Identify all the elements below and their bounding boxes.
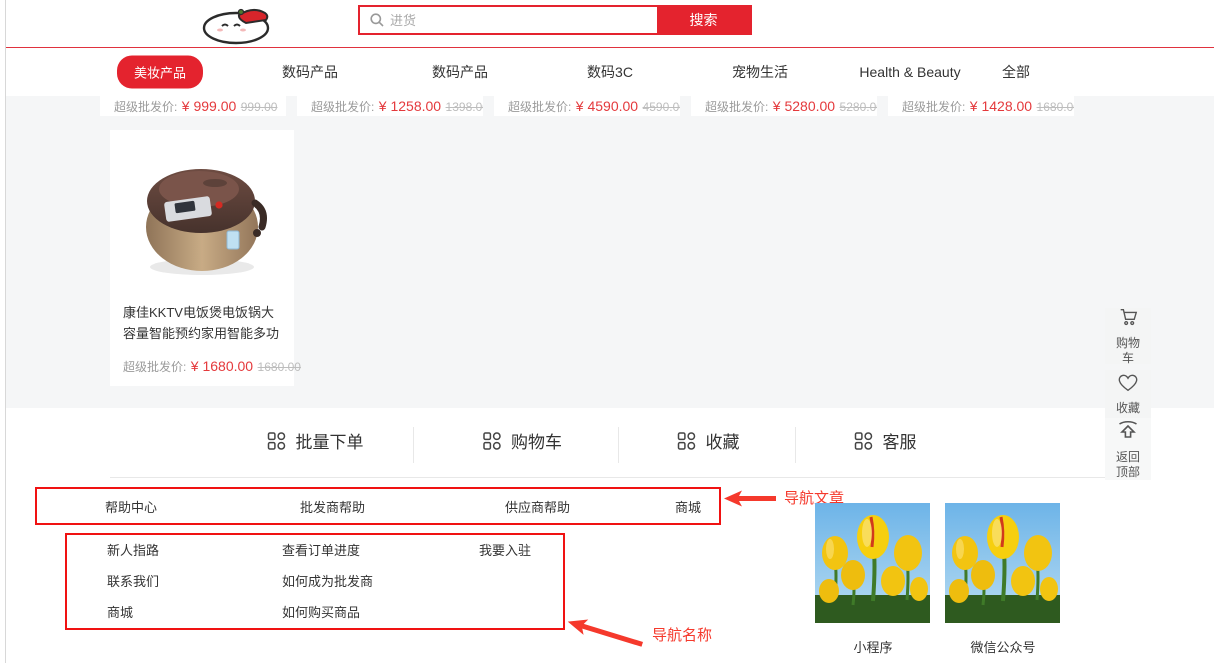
- grid-icon: [267, 431, 287, 451]
- product-price-line: 超级批发价: ¥ 1680.00 1680.00: [123, 358, 294, 376]
- float-favorites-label: 收藏: [1113, 401, 1143, 416]
- mascot-face-logo-icon: [184, 32, 294, 49]
- price-label: 超级批发价:: [508, 100, 571, 114]
- footer-link-mall[interactable]: 商城: [675, 499, 701, 517]
- footer-link-order-progress[interactable]: 查看订单进度: [282, 542, 360, 560]
- divider: [413, 427, 414, 463]
- service-label: 客服: [883, 428, 917, 453]
- price-value: ¥ 999.00: [182, 98, 237, 114]
- footer-link-how-to-buy[interactable]: 如何购买商品: [282, 604, 360, 622]
- nav-tab-all[interactable]: 全部: [1002, 62, 1030, 82]
- annotation-box-nav-articles: 帮助中心 批发商帮助 供应商帮助 商城: [35, 487, 721, 525]
- search-input[interactable]: [360, 7, 657, 33]
- footer-link-mall-2[interactable]: 商城: [107, 604, 133, 622]
- heart-icon: [1117, 373, 1139, 398]
- product-card-partial[interactable]: 超级批发价: ¥ 5280.00 5280.00: [691, 96, 877, 116]
- footer-link-contact-us[interactable]: 联系我们: [107, 573, 159, 591]
- footer-link-help-center[interactable]: 帮助中心: [105, 499, 157, 517]
- footer-link-supplier-help[interactable]: 供应商帮助: [505, 499, 570, 517]
- product-card-partial[interactable]: 超级批发价: ¥ 999.00 999.00: [100, 96, 286, 116]
- float-favorites-button[interactable]: 收藏: [1105, 370, 1151, 418]
- price-original: 1398.00: [446, 100, 483, 114]
- nav-tab-digital-3c[interactable]: 数码3C: [587, 62, 633, 82]
- nav-tab-digital-1[interactable]: 数码产品: [282, 62, 338, 82]
- service-label: 收藏: [706, 428, 740, 453]
- price-value: ¥ 5280.00: [773, 98, 835, 114]
- page: 搜索 美妆产品 数码产品 数码产品 数码3C 宠物生活 Health & Bea…: [0, 0, 1214, 663]
- search-icon: [369, 12, 385, 28]
- price-original: 5280.00: [840, 100, 877, 114]
- logo[interactable]: [184, 2, 294, 45]
- product-card-partial[interactable]: 超级批发价: ¥ 4590.00 4590.00: [494, 96, 680, 116]
- annotation-text-nav-names: 导航名称: [652, 624, 712, 645]
- footer-link-join-us[interactable]: 我要入驻: [479, 542, 531, 560]
- category-nav: 美妆产品 数码产品 数码产品 数码3C 宠物生活 Health & Beauty…: [6, 48, 1214, 96]
- header: 搜索: [6, 0, 1214, 48]
- divider: [795, 427, 796, 463]
- mini-program-label: 小程序: [853, 637, 892, 656]
- annotation-box-nav-names: 新人指路 查看订单进度 我要入驻 联系我们 如何成为批发商 商城 如何购买商品: [65, 533, 565, 630]
- footer-link-become-wholesaler[interactable]: 如何成为批发商: [282, 573, 373, 591]
- service-cart[interactable]: 购物车: [482, 428, 562, 453]
- float-cart-button[interactable]: 购物车: [1105, 308, 1151, 364]
- price-value: ¥ 1258.00: [379, 98, 441, 114]
- service-bulk-order[interactable]: 批量下单: [267, 428, 364, 453]
- search-button[interactable]: 搜索: [657, 7, 750, 33]
- price-original: 1680.00: [258, 360, 301, 374]
- product-card-rice-cooker[interactable]: 康佳KKTV电饭煲电饭锅大容量智能预约家用智能多功能煮饭锅... 超级批发价: …: [110, 130, 294, 386]
- service-label: 购物车: [511, 428, 562, 453]
- back-to-top-label: 返回顶部: [1113, 450, 1143, 480]
- price-label: 超级批发价:: [902, 100, 965, 114]
- annotation-arrow-left: [724, 490, 776, 512]
- grid-icon: [854, 431, 874, 451]
- back-to-top-button[interactable]: 返回顶部: [1105, 418, 1151, 480]
- nav-tab-pets[interactable]: 宠物生活: [732, 62, 788, 82]
- wechat-official-label: 微信公众号: [970, 637, 1035, 656]
- price-label: 超级批发价:: [705, 100, 768, 114]
- nav-tab-digital-2[interactable]: 数码产品: [432, 62, 488, 82]
- price-original: 999.00: [241, 100, 278, 114]
- divider: [618, 427, 619, 463]
- search-bar: 搜索: [358, 5, 752, 35]
- product-card-partial[interactable]: 超级批发价: ¥ 1258.00 1398.00: [297, 96, 483, 116]
- annotation-arrow-diagonal: [564, 613, 645, 657]
- divider: [110, 477, 1105, 478]
- cart-icon: [1117, 306, 1139, 333]
- footer-link-newcomer-guide[interactable]: 新人指路: [107, 542, 159, 560]
- nav-tab-health-beauty[interactable]: Health & Beauty: [859, 64, 960, 80]
- mini-program-qr-image[interactable]: [815, 503, 930, 623]
- price-value: ¥ 1428.00: [970, 98, 1032, 114]
- service-customer-support[interactable]: 客服: [854, 428, 917, 453]
- product-card-partial[interactable]: 超级批发价: ¥ 1428.00 1680.00: [888, 96, 1074, 116]
- float-cart-label: 购物车: [1113, 336, 1143, 366]
- wechat-official-qr-image[interactable]: [945, 503, 1060, 623]
- rice-cooker-photo: [110, 130, 294, 298]
- nav-tab-beauty[interactable]: 美妆产品: [117, 56, 203, 89]
- service-label: 批量下单: [296, 428, 364, 453]
- grid-icon: [677, 431, 697, 451]
- price-label: 超级批发价:: [123, 360, 186, 374]
- price-label: 超级批发价:: [114, 100, 177, 114]
- service-favorites[interactable]: 收藏: [677, 428, 740, 453]
- product-title: 康佳KKTV电饭煲电饭锅大容量智能预约家用智能多功能煮饭锅...: [123, 302, 281, 344]
- price-value: ¥ 1680.00: [191, 358, 253, 374]
- back-to-top-icon: [1116, 418, 1140, 447]
- product-grid-area: 超级批发价: ¥ 999.00 999.00 超级批发价: ¥ 1258.00 …: [6, 96, 1214, 408]
- price-original: 1680.00: [1037, 100, 1074, 114]
- price-value: ¥ 4590.00: [576, 98, 638, 114]
- price-original: 4590.00: [643, 100, 680, 114]
- grid-icon: [482, 431, 502, 451]
- price-label: 超级批发价:: [311, 100, 374, 114]
- footer-link-wholesaler-help[interactable]: 批发商帮助: [300, 499, 365, 517]
